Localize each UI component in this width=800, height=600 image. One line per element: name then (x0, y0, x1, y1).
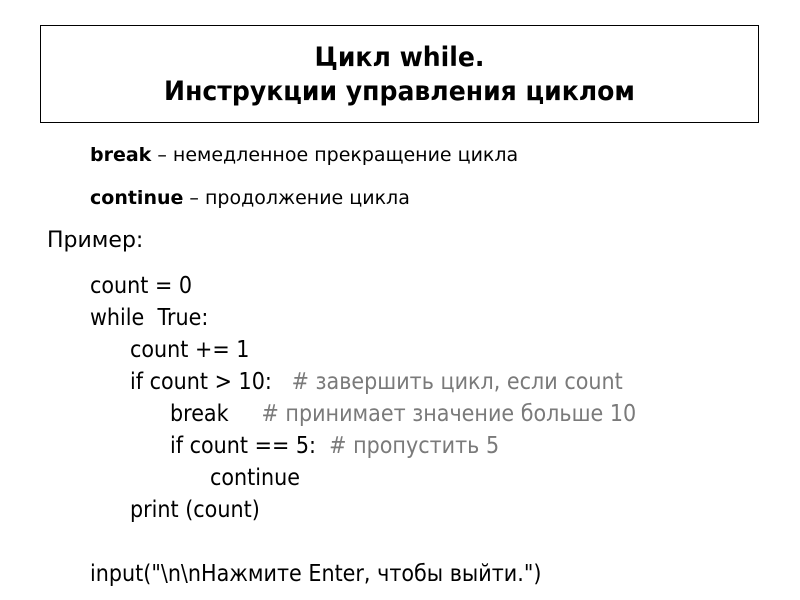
bullet-description: – немедленное прекращение цикла (151, 144, 519, 166)
code-line: continue (210, 465, 301, 491)
code-line: count += 1 (130, 337, 250, 363)
code-line: if count == 5: # пропустить 5 (170, 433, 500, 459)
code-comment: # пропустить 5 (329, 433, 500, 459)
example-label: Пример: (47, 228, 144, 253)
slide-title-box: Цикл while. Инструкции управления циклом (40, 25, 759, 123)
bullet-description: – продолжение цикла (183, 187, 410, 209)
bullet-break: break – немедленное прекращение цикла (90, 144, 518, 166)
code-comment: # принимает значение больше 10 (261, 401, 637, 427)
bullet-continue: continue – продолжение цикла (90, 187, 410, 209)
code-comment: # завершить цикл, если count (291, 369, 623, 395)
slide-title-line-1: Цикл while. (314, 42, 485, 73)
code-line: input("\n\nНажмите Enter, чтобы выйти.") (90, 561, 542, 587)
bullet-keyword: continue (90, 187, 184, 209)
code-line: print (count) (130, 497, 260, 523)
bullet-keyword: break (90, 144, 152, 166)
code-line: while True: (90, 305, 209, 331)
code-line: count = 0 (90, 273, 193, 299)
code-line: break # принимает значение больше 10 (170, 401, 637, 427)
code-line: if count > 10: # завершить цикл, если co… (130, 369, 623, 395)
slide-title-line-2: Инструкции управления циклом (164, 76, 635, 107)
